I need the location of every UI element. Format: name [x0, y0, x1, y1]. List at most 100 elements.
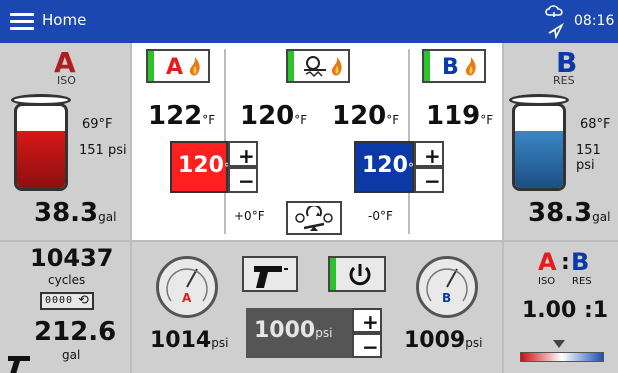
pressure-b-value: 1009 [404, 328, 466, 353]
page-title: Home [42, 11, 87, 29]
tank-b-fill [515, 130, 563, 188]
tank-b [509, 94, 569, 191]
pressure-unit: psi [211, 336, 229, 350]
side-a-temp: 69°F [82, 117, 113, 132]
total-volume-unit: gal [62, 348, 81, 362]
pressure-decrease-button[interactable]: − [352, 333, 382, 359]
gauge-b: B [416, 256, 478, 318]
pressure-a: 1014psi [150, 330, 228, 352]
cycles-label: cycles [48, 273, 86, 287]
offset-right: -0°F [368, 209, 393, 223]
pressure-setpoint-value: 1000 [254, 318, 316, 343]
power-icon [349, 264, 371, 286]
spray-gun-icon [254, 266, 288, 288]
hose-actual-temp: 120°F [240, 103, 307, 129]
pressure-panel: A 1014psi 1000psi + − B 1009psi [132, 240, 502, 373]
zone-b-heater-button[interactable]: B [422, 49, 486, 83]
power-button[interactable] [328, 256, 386, 292]
pressure-unit: psi [315, 326, 333, 340]
pressure-increase-button[interactable]: + [352, 308, 382, 334]
tank-a [11, 94, 71, 191]
reset-icon: ⟲ [78, 293, 89, 308]
minus-icon: − [424, 169, 441, 193]
side-a-panel: A ISO 69°F 151 psi 38.3gal [0, 43, 132, 240]
gun-mode-button[interactable] [242, 256, 298, 292]
pressure-a-value: 1014 [150, 328, 212, 353]
zone-a-increase-button[interactable]: + [228, 141, 258, 168]
flame-icon [465, 57, 476, 76]
tank-a-fill [17, 130, 65, 188]
hamburger-menu-icon[interactable] [10, 13, 34, 31]
gauge-a-label: A [182, 291, 192, 305]
side-a-letter: A [54, 46, 76, 79]
gauge-a: A [156, 256, 218, 318]
side-b-panel: B RES 68°F 151 psi 38.3gal [502, 43, 618, 240]
spray-gun-icon [8, 356, 30, 373]
side-a-volume-unit: gal [98, 210, 117, 224]
zone-b-actual-temp: 119°F [426, 103, 493, 129]
ratio-iso-label: ISO [538, 276, 556, 287]
zone-a-actual-temp: 122°F [148, 103, 215, 129]
zone-a-heater-button[interactable]: A [146, 49, 210, 83]
zone-b-increase-button[interactable]: + [414, 141, 444, 168]
clock-time: 08:16 [574, 13, 615, 29]
cycle-count: 10437 [30, 244, 114, 272]
header-bar: Home 08:16 [0, 0, 618, 43]
total-volume: 212.6 [34, 317, 117, 347]
zone-b-setpoint-value: 120 [362, 153, 408, 178]
hose-heater-button[interactable] [286, 49, 350, 83]
zone-b-decrease-button[interactable]: − [414, 167, 444, 193]
temp-unit: °F [480, 113, 494, 127]
side-b-pressure: 151 psi [576, 143, 601, 173]
zone-a-label: A [166, 55, 184, 80]
zone-a-temp-value: 122 [148, 101, 203, 131]
temp-unit: °F [294, 113, 308, 127]
pressure-unit: psi [465, 336, 483, 350]
hose-temp2-value: 120 [332, 101, 387, 131]
plus-icon: + [238, 144, 255, 168]
zone-b-label: B [442, 55, 459, 80]
ratio-value: 1.00 :1 [522, 298, 609, 323]
offset-left: +0°F [234, 209, 265, 223]
minus-icon: − [238, 169, 255, 193]
plus-icon: + [424, 144, 441, 168]
zone-b-setpoint[interactable]: 120°F [354, 141, 421, 193]
side-b-temp: 68°F [580, 117, 611, 132]
minus-icon: − [362, 335, 379, 359]
side-b-volume: 38.3gal [528, 200, 610, 226]
side-b-volume-value: 38.3 [528, 198, 593, 228]
flame-icon [331, 57, 342, 76]
pressure-setpoint[interactable]: 1000psi [246, 308, 352, 358]
balance-icon [295, 206, 333, 231]
reset-counter-button[interactable]: 0000 ⟲ [40, 292, 94, 310]
side-b-volume-unit: gal [592, 210, 611, 224]
hose-actual-temp-2: 120°F [332, 103, 399, 129]
reset-counter-label: 0000 [45, 295, 74, 306]
balance-button[interactable] [286, 201, 342, 235]
ratio-b-letter: B [571, 248, 590, 276]
gauge-b-label: B [442, 291, 452, 305]
zone-a-decrease-button[interactable]: − [228, 167, 258, 193]
ratio-colon: : [561, 250, 570, 275]
gauge-a-dial-icon [166, 268, 208, 302]
ratio-a-letter: A [538, 248, 557, 276]
zone-a-setpoint[interactable]: 120°F [170, 141, 237, 193]
hose-temp-value: 120 [240, 101, 295, 131]
zone-b-temp-value: 119 [426, 101, 481, 131]
cloud-status-icon[interactable] [544, 3, 564, 39]
temp-unit: °F [202, 113, 216, 127]
side-b-letter: B [556, 46, 578, 79]
temp-unit: °F [386, 113, 400, 127]
counter-panel: 10437 cycles 0000 ⟲ 212.6 gal [0, 240, 132, 373]
pressure-b: 1009psi [404, 330, 482, 352]
zone-a-setpoint-value: 120 [178, 153, 224, 178]
gauge-b-dial-icon [426, 268, 468, 302]
ratio-indicator-marker [553, 340, 565, 348]
temperature-panel: A B 122°F 120°F 120°F 119°F 120 + − 120 … [132, 43, 502, 240]
side-a-pressure: 151 psi [79, 143, 127, 158]
flame-icon [189, 57, 200, 76]
ratio-panel: A : B ISO RES 1.00 :1 [502, 240, 618, 373]
ratio-indicator-bar [520, 352, 604, 362]
ratio-res-label: RES [572, 276, 592, 287]
side-b-label: RES [553, 74, 575, 87]
